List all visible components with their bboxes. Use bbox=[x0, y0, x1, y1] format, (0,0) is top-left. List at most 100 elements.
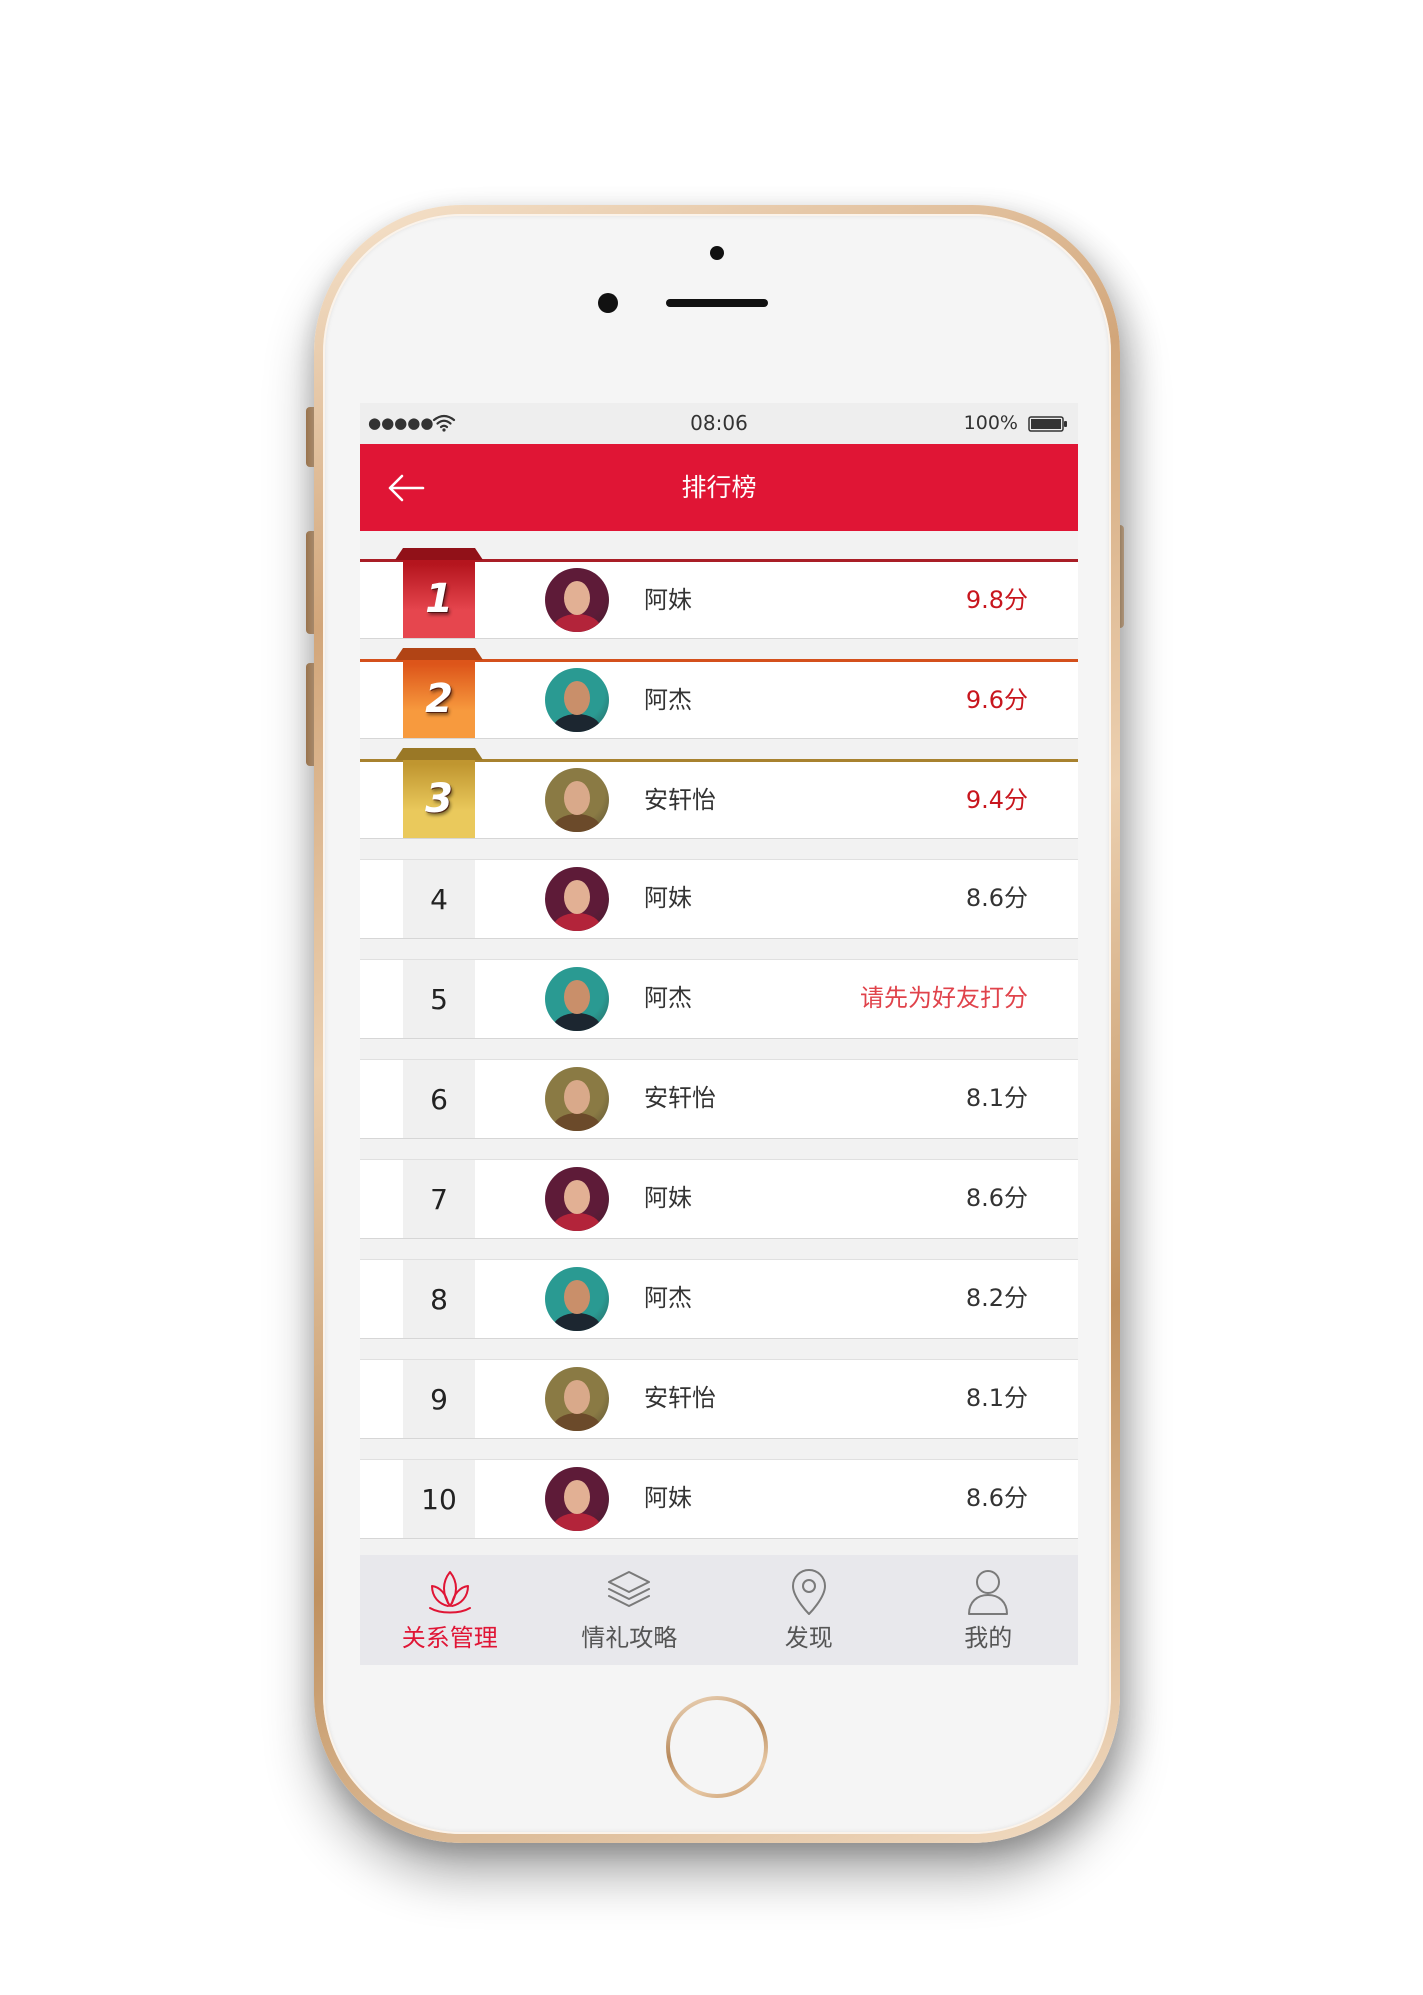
tab-discover[interactable]: 发现 bbox=[719, 1555, 899, 1665]
rank-ribbon-badge: 3 bbox=[395, 748, 483, 838]
avatar bbox=[545, 768, 609, 832]
nav-header: 排行榜 bbox=[360, 444, 1078, 531]
friend-score: 9.8分 bbox=[965, 586, 1028, 614]
avatar bbox=[545, 967, 609, 1031]
avatar-face bbox=[564, 880, 590, 914]
proximity-sensor bbox=[710, 246, 724, 260]
tab-label: 我的 bbox=[964, 1624, 1013, 1652]
friend-name: 安轩怡 bbox=[644, 1084, 716, 1112]
friend-score: 8.2分 bbox=[965, 1284, 1028, 1312]
avatar-shoulders bbox=[553, 1513, 601, 1531]
avatar bbox=[545, 867, 609, 931]
page-title: 排行榜 bbox=[681, 473, 757, 502]
ranking-row[interactable]: 5 阿杰 请先为好友打分 bbox=[360, 959, 1078, 1039]
avatar bbox=[545, 1167, 609, 1231]
avatar-shoulders bbox=[553, 1113, 601, 1131]
friend-score: 9.4分 bbox=[965, 786, 1028, 814]
friend-name: 安轩怡 bbox=[644, 1384, 716, 1412]
tab-relationship[interactable]: 关系管理 bbox=[360, 1555, 540, 1665]
ranking-row[interactable]: 8 阿杰 8.2分 bbox=[360, 1259, 1078, 1339]
battery-percentage: 100% bbox=[963, 412, 1018, 434]
avatar-shoulders bbox=[553, 1413, 601, 1431]
rank-number: 7 bbox=[403, 1160, 475, 1238]
tab-label: 情礼攻略 bbox=[581, 1624, 678, 1652]
friend-score: 8.6分 bbox=[965, 884, 1028, 912]
ranking-list: 1 阿妹 9.8分 2 阿杰 9.6分 3 安轩怡 9.4分 4 阿妹 8.6分 5 阿杰 请先为好友打分 6… bbox=[360, 531, 1078, 1555]
ranking-row[interactable]: 1 阿妹 9.8分 bbox=[360, 548, 1078, 639]
avatar-face bbox=[564, 581, 590, 615]
phone-mockup: ●●●●● 08:06 100% 排行榜 1 阿妹 9.8分 2 阿杰 9.6分… bbox=[314, 205, 1120, 1843]
rank-number: 10 bbox=[403, 1460, 475, 1538]
friend-score: 8.1分 bbox=[965, 1384, 1028, 1412]
friend-name: 阿杰 bbox=[644, 686, 692, 714]
avatar-face bbox=[564, 1480, 590, 1514]
avatar bbox=[545, 668, 609, 732]
ranking-row[interactable]: 3 安轩怡 9.4分 bbox=[360, 748, 1078, 839]
ranking-row[interactable]: 10 阿妹 8.6分 bbox=[360, 1459, 1078, 1539]
friend-score: 请先为好友打分 bbox=[860, 984, 1028, 1012]
friend-score: 9.6分 bbox=[965, 686, 1028, 714]
earpiece-speaker bbox=[666, 299, 768, 307]
avatar-face bbox=[564, 781, 590, 815]
friend-score: 8.6分 bbox=[965, 1484, 1028, 1512]
rank-number: 8 bbox=[403, 1260, 475, 1338]
avatar-face bbox=[564, 1080, 590, 1114]
tab-label: 关系管理 bbox=[401, 1624, 498, 1652]
ranking-row[interactable]: 4 阿妹 8.6分 bbox=[360, 859, 1078, 939]
avatar-shoulders bbox=[553, 1313, 601, 1331]
friend-score: 8.6分 bbox=[965, 1184, 1028, 1212]
battery-icon bbox=[1028, 416, 1067, 432]
friend-name: 阿妹 bbox=[644, 884, 692, 912]
front-camera bbox=[598, 293, 618, 313]
avatar bbox=[545, 1367, 609, 1431]
avatar-face bbox=[564, 1180, 590, 1214]
rank-ribbon-badge: 1 bbox=[395, 548, 483, 638]
ribbon-fold bbox=[395, 548, 483, 560]
app-screen: ●●●●● 08:06 100% 排行榜 1 阿妹 9.8分 2 阿杰 9.6分… bbox=[360, 403, 1078, 1665]
avatar-shoulders bbox=[553, 814, 601, 832]
friend-name: 阿杰 bbox=[644, 984, 692, 1012]
rank-number: 3 bbox=[425, 776, 453, 822]
avatar-shoulders bbox=[553, 714, 601, 732]
rank-number: 2 bbox=[425, 676, 453, 722]
friend-name: 安轩怡 bbox=[644, 786, 716, 814]
avatar-face bbox=[564, 980, 590, 1014]
avatar-shoulders bbox=[553, 913, 601, 931]
avatar-face bbox=[564, 1280, 590, 1314]
rank-number: 6 bbox=[403, 1060, 475, 1138]
layers-icon bbox=[608, 1571, 651, 1607]
avatar-shoulders bbox=[553, 1013, 601, 1031]
avatar-face bbox=[564, 681, 590, 715]
rank-number: 4 bbox=[403, 860, 475, 938]
ribbon-fold bbox=[395, 748, 483, 760]
tab-gift-guide[interactable]: 情礼攻略 bbox=[540, 1555, 720, 1665]
friend-score: 8.1分 bbox=[965, 1084, 1028, 1112]
rank-number: 5 bbox=[403, 960, 475, 1038]
status-bar: ●●●●● 08:06 100% bbox=[360, 403, 1078, 444]
tab-label: 发现 bbox=[784, 1624, 833, 1652]
avatar bbox=[545, 1467, 609, 1531]
ranking-row[interactable]: 7 阿妹 8.6分 bbox=[360, 1159, 1078, 1239]
avatar-shoulders bbox=[553, 1213, 601, 1231]
ribbon-fold bbox=[395, 648, 483, 660]
avatar-face bbox=[564, 1380, 590, 1414]
avatar bbox=[545, 1267, 609, 1331]
tab-mine[interactable]: 我的 bbox=[899, 1555, 1079, 1665]
person-icon bbox=[968, 1570, 1009, 1615]
lotus-icon bbox=[428, 1571, 471, 1614]
avatar bbox=[545, 568, 609, 632]
home-button[interactable] bbox=[666, 1696, 768, 1798]
friend-name: 阿杰 bbox=[644, 1284, 692, 1312]
friend-name: 阿妹 bbox=[644, 1184, 692, 1212]
location-pin-icon bbox=[791, 1569, 826, 1615]
rank-number: 1 bbox=[425, 576, 453, 622]
rank-number: 9 bbox=[403, 1360, 475, 1438]
ranking-row[interactable]: 9 安轩怡 8.1分 bbox=[360, 1359, 1078, 1439]
avatar-shoulders bbox=[553, 614, 601, 632]
ranking-row[interactable]: 6 安轩怡 8.1分 bbox=[360, 1059, 1078, 1139]
friend-name: 阿妹 bbox=[644, 1484, 692, 1512]
rank-ribbon-badge: 2 bbox=[395, 648, 483, 738]
tab-bar: 关系管理 情礼攻略 发现 我的 bbox=[360, 1555, 1078, 1665]
ranking-row[interactable]: 2 阿杰 9.6分 bbox=[360, 648, 1078, 739]
avatar bbox=[545, 1067, 609, 1131]
